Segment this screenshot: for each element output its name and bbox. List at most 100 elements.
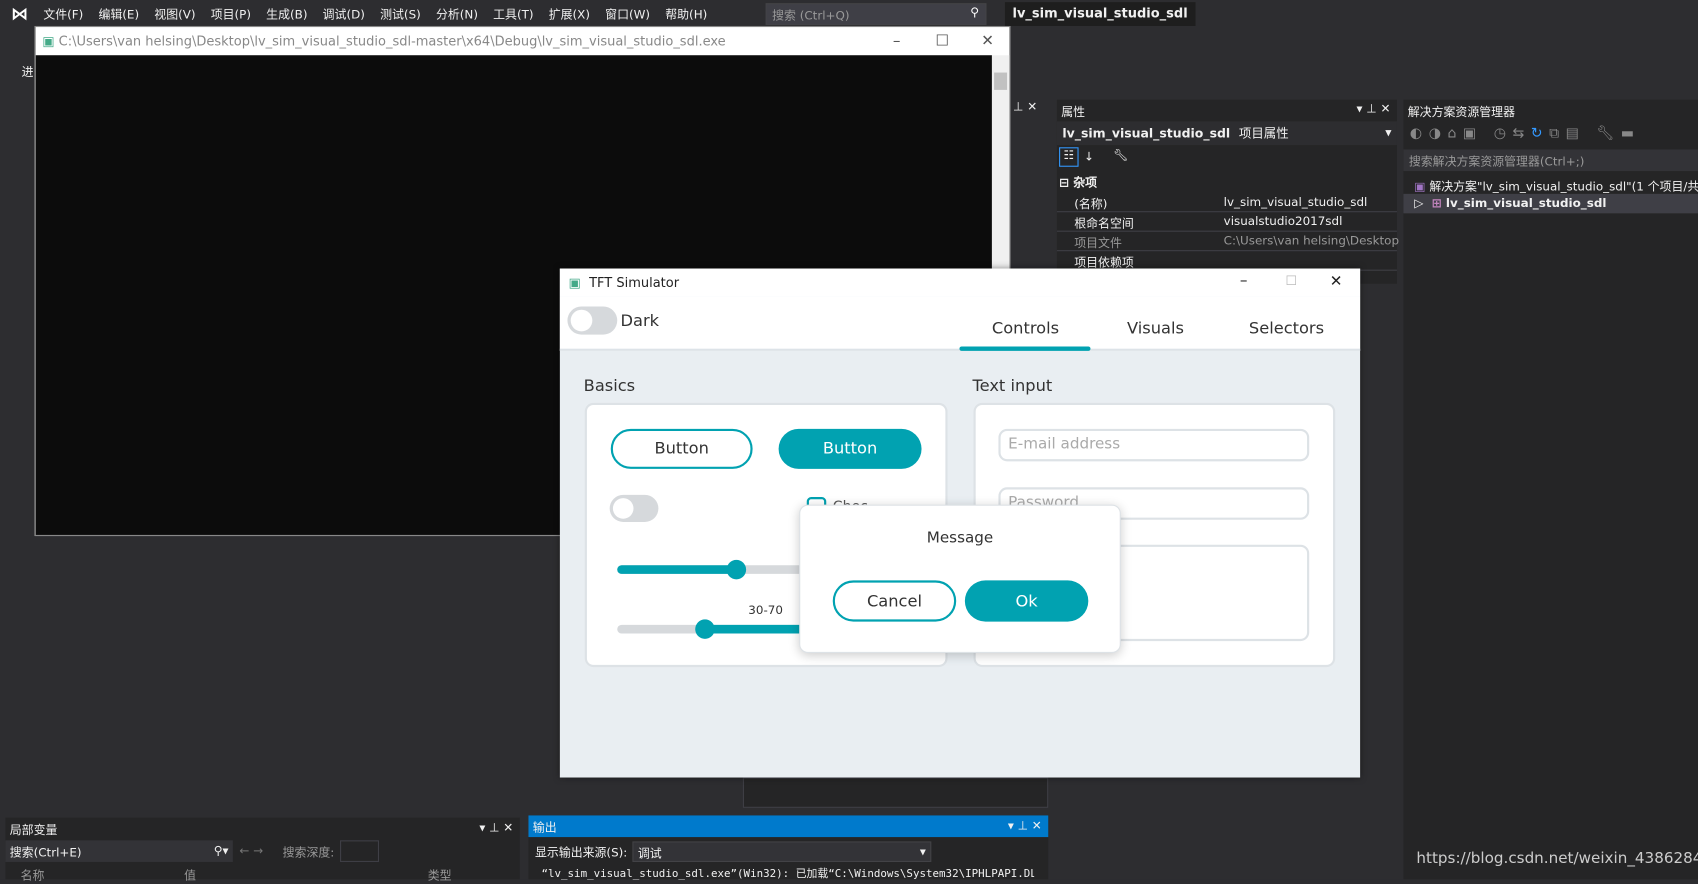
close-button[interactable]: ✕: [966, 27, 1009, 55]
basics-switch[interactable]: [609, 494, 659, 522]
dark-label: Dark: [620, 310, 660, 331]
property-row[interactable]: 根命名空间 visualstudio2017sdl: [1056, 212, 1397, 232]
tft-header: Dark Controls Visuals Selectors: [559, 296, 1361, 351]
nav-arrows[interactable]: ← →: [239, 844, 263, 858]
property-value: C:\Users\van helsing\Desktop: [1223, 233, 1400, 248]
locals-header: 局部变量 ▾ ⊥ ✕: [5, 818, 519, 840]
output-title: 输出: [532, 820, 557, 835]
dark-mode-switch[interactable]: [567, 306, 618, 335]
menu-project[interactable]: 项目(P): [211, 5, 251, 22]
properties-object-select[interactable]: lv_sim_visual_studio_sdl 项目属性 ▾: [1056, 121, 1397, 146]
pin-close-icon[interactable]: ▾ ⊥ ✕: [1008, 819, 1042, 833]
object-type: 项目属性: [1238, 125, 1289, 141]
close-button[interactable]: ✕: [1330, 273, 1343, 290]
pin-close-icon[interactable]: ▾ ⊥ ✕: [1357, 102, 1391, 116]
quick-search-input[interactable]: 搜索 (Ctrl+Q) ⚲: [765, 3, 987, 25]
tab-controls[interactable]: Controls: [959, 318, 1091, 337]
outline-button[interactable]: Button: [610, 428, 753, 469]
text-input-title: Text input: [972, 375, 1053, 396]
maximize-button[interactable]: ☐: [1285, 273, 1297, 288]
active-tab-indicator: [959, 346, 1091, 351]
cancel-button[interactable]: Cancel: [832, 580, 957, 622]
property-name: (名称): [1074, 197, 1108, 212]
project-icon: ⊞: [1431, 196, 1442, 211]
vs-logo-icon: ⋈: [10, 3, 29, 24]
slider-fill: [617, 565, 737, 574]
tft-titlebar[interactable]: ▣ TFT Simulator – ☐ ✕: [559, 268, 1361, 297]
range-slider-knob[interactable]: [695, 619, 715, 639]
category-label: 杂项: [1073, 175, 1098, 190]
menu-analyze[interactable]: 分析(N): [436, 5, 478, 22]
app-icon: ▣: [568, 275, 581, 291]
expand-icon: ▷: [1414, 196, 1424, 211]
solution-icon: ▣: [1414, 179, 1426, 194]
solution-node[interactable]: ▣ 解决方案"lv_sim_visual_studio_sdl"(1 个项目/共: [1414, 178, 1698, 195]
menu-edit[interactable]: 编辑(E): [98, 5, 139, 22]
menu-window[interactable]: 窗口(W): [605, 5, 650, 22]
email-field[interactable]: E-mail address: [998, 428, 1310, 462]
column-value[interactable]: 值: [184, 866, 196, 883]
minimize-button[interactable]: –: [1240, 272, 1248, 289]
minimize-button[interactable]: –: [875, 27, 918, 55]
output-source-value: 调试: [637, 846, 662, 861]
solution-explorer-title: 解决方案资源管理器: [1407, 105, 1515, 120]
filled-button[interactable]: Button: [778, 428, 922, 469]
email-placeholder: E-mail address: [1008, 435, 1121, 453]
menu-file[interactable]: 文件(F): [43, 5, 83, 22]
column-name[interactable]: 名称: [21, 866, 45, 883]
maximize-button[interactable]: ☐: [920, 27, 963, 55]
console-titlebar[interactable]: ▣ C:\Users\van helsing\Desktop\lv_sim_vi…: [36, 27, 1010, 55]
locals-panel: 局部变量 ▾ ⊥ ✕ 搜索(Ctrl+E) ⚲▾ ← → 搜索深度: 名称 值 类型: [5, 817, 520, 883]
range-slider-fill: [704, 624, 814, 634]
desktop: ⋈ 文件(F) 编辑(E) 视图(V) 项目(P) 生成(B) 调试(D) 测试…: [0, 0, 1698, 883]
solution-search-input[interactable]: 搜索解决方案资源管理器(Ctrl+;): [1403, 149, 1698, 172]
watermark: https://blog.csdn.net/weixin_43862847: [1416, 850, 1698, 868]
menu-extensions[interactable]: 扩展(X): [549, 5, 590, 22]
pin-close-icon[interactable]: ▾ ⊥ ✕: [479, 821, 513, 835]
property-row[interactable]: (名称) lv_sim_visual_studio_sdl: [1056, 193, 1397, 213]
category-misc[interactable]: ⊟ 杂项: [1059, 173, 1097, 190]
dropdown-icon: ▾: [919, 844, 926, 859]
ok-button[interactable]: Ok: [964, 580, 1089, 622]
menu-debug[interactable]: 调试(D): [323, 5, 365, 22]
column-type[interactable]: 类型: [428, 866, 452, 883]
menu-bar: 文件(F) 编辑(E) 视图(V) 项目(P) 生成(B) 调试(D) 测试(S…: [43, 0, 722, 28]
properties-title: 属性: [1061, 105, 1086, 120]
project-node[interactable]: ▷ ⊞ lv_sim_visual_studio_sdl: [1403, 193, 1698, 214]
output-line: “lv_sim_visual_studio_sdl.exe”(Win32): 已…: [541, 868, 1035, 881]
panel-pin-close[interactable]: ⊥ ✕: [1009, 100, 1052, 122]
output-source-select[interactable]: 调试 ▾: [632, 841, 932, 862]
solution-title: lv_sim_visual_studio_sdl: [1004, 2, 1196, 26]
menu-build[interactable]: 生成(B): [266, 5, 307, 22]
search-icon: ⚲▾: [213, 843, 229, 858]
tab-selectors[interactable]: Selectors: [1232, 318, 1340, 337]
slider-knob[interactable]: [726, 559, 747, 580]
menu-test[interactable]: 测试(S): [380, 5, 421, 22]
properties-description: [742, 777, 1049, 808]
dialog-message: Message: [926, 529, 994, 547]
dropdown-icon: ▾: [1385, 124, 1392, 140]
wrench-icon[interactable]: 🔧︎: [1113, 148, 1128, 162]
categorized-icon[interactable]: ☷: [1059, 147, 1079, 167]
alphabetical-icon[interactable]: ↓: [1084, 149, 1094, 163]
locals-title: 局部变量: [9, 823, 58, 838]
depth-select[interactable]: [340, 840, 380, 862]
app-icon: ▣: [42, 33, 55, 49]
project-label: lv_sim_visual_studio_sdl: [1445, 196, 1607, 211]
message-dialog: Message Cancel Ok: [799, 504, 1121, 653]
basics-title: Basics: [583, 375, 636, 396]
locals-search-input[interactable]: 搜索(Ctrl+E) ⚲▾: [5, 840, 233, 862]
tab-visuals[interactable]: Visuals: [1101, 318, 1209, 337]
menu-help[interactable]: 帮助(H): [665, 5, 707, 22]
menu-tools[interactable]: 工具(T): [493, 5, 533, 22]
output-header: 输出 ▾ ⊥ ✕: [528, 815, 1049, 838]
depth-label: 搜索深度:: [282, 845, 335, 860]
menu-view[interactable]: 视图(V): [154, 5, 195, 22]
search-icon: ⚲: [970, 5, 979, 20]
property-name: 项目文件: [1074, 236, 1122, 251]
search-placeholder: 搜索 (Ctrl+Q): [772, 8, 850, 23]
property-value: lv_sim_visual_studio_sdl: [1223, 194, 1368, 209]
solution-toolbar[interactable]: ◐◑⌂▣ ◷⇆↻⧉▤ 🔧︎▬: [1410, 126, 1641, 142]
property-row[interactable]: 项目文件 C:\Users\van helsing\Desktop: [1056, 232, 1400, 252]
tft-title: TFT Simulator: [589, 275, 680, 291]
